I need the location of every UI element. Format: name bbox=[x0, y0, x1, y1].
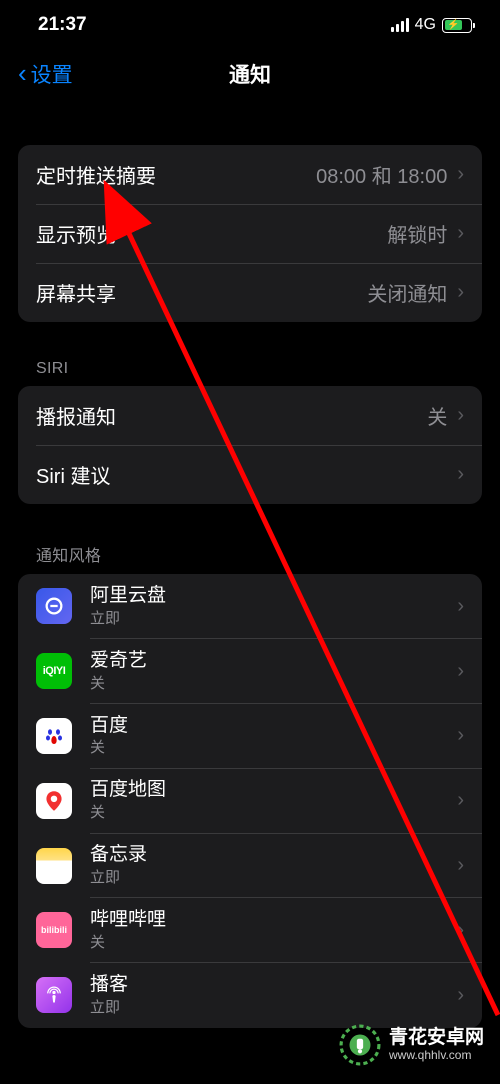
chevron-right-icon: › bbox=[457, 919, 464, 942]
app-icon-aliyun bbox=[36, 588, 72, 624]
app-name: 哔哩哔哩 bbox=[90, 909, 457, 932]
watermark-url: www.qhhlv.com bbox=[389, 1049, 484, 1062]
chevron-right-icon: › bbox=[457, 724, 464, 747]
app-icon-baidu-map bbox=[36, 783, 72, 819]
chevron-right-icon: › bbox=[457, 281, 464, 304]
row-scheduled-summary[interactable]: 定时推送摘要 08:00 和 18:00 › bbox=[18, 145, 482, 204]
app-icon-podcast bbox=[36, 977, 72, 1013]
chevron-right-icon: › bbox=[457, 660, 464, 683]
row-label: 播报通知 bbox=[36, 401, 427, 430]
settings-group-general: 定时推送摘要 08:00 和 18:00 › 显示预览 解锁时 › 屏幕共享 关… bbox=[18, 145, 482, 322]
app-name: 阿里云盘 bbox=[90, 585, 457, 608]
app-name: 百度地图 bbox=[90, 779, 457, 802]
chevron-right-icon: › bbox=[457, 595, 464, 618]
row-label: 定时推送摘要 bbox=[36, 160, 316, 189]
section-header-siri: SIRI bbox=[18, 322, 482, 386]
watermark: 青花安卓网 www.qhhlv.com bbox=[339, 1024, 484, 1066]
app-sub: 关 bbox=[90, 675, 457, 693]
row-show-preview[interactable]: 显示预览 解锁时 › bbox=[18, 204, 482, 263]
app-sub: 立即 bbox=[90, 610, 457, 628]
back-button[interactable]: ‹ 设置 bbox=[18, 58, 73, 89]
chevron-left-icon: ‹ bbox=[18, 58, 27, 89]
row-value: 解锁时 bbox=[387, 219, 447, 248]
app-row-bilibili[interactable]: bilibili 哔哩哔哩 关 › bbox=[18, 898, 482, 963]
row-label: Siri 建议 bbox=[36, 460, 457, 489]
app-row-notes[interactable]: 备忘录 立即 › bbox=[18, 833, 482, 898]
app-sub: 立即 bbox=[90, 869, 457, 887]
chevron-right-icon: › bbox=[457, 163, 464, 186]
row-value: 关闭通知 bbox=[367, 278, 447, 307]
row-label: 显示预览 bbox=[36, 219, 387, 248]
settings-group-apps: 阿里云盘 立即 › iQIYI 爱奇艺 关 › 百度 关 › bbox=[18, 574, 482, 1028]
row-value: 08:00 和 18:00 bbox=[316, 160, 447, 189]
app-row-iqiyi[interactable]: iQIYI 爱奇艺 关 › bbox=[18, 639, 482, 704]
settings-group-siri: 播报通知 关 › Siri 建议 › bbox=[18, 386, 482, 504]
chevron-right-icon: › bbox=[457, 854, 464, 877]
app-sub: 关 bbox=[90, 934, 457, 952]
row-announce-notifications[interactable]: 播报通知 关 › bbox=[18, 386, 482, 445]
back-label: 设置 bbox=[31, 59, 73, 89]
app-name: 播客 bbox=[90, 974, 457, 997]
status-indicators: 4G ⚡ bbox=[391, 16, 472, 34]
chevron-right-icon: › bbox=[457, 789, 464, 812]
app-row-baidu[interactable]: 百度 关 › bbox=[18, 704, 482, 769]
app-icon-bilibili: bilibili bbox=[36, 912, 72, 948]
nav-bar: ‹ 设置 通知 bbox=[0, 44, 500, 103]
chevron-right-icon: › bbox=[457, 222, 464, 245]
watermark-logo-icon bbox=[339, 1024, 381, 1066]
chevron-right-icon: › bbox=[457, 404, 464, 427]
signal-icon bbox=[391, 18, 409, 32]
app-icon-iqiyi: iQIYI bbox=[36, 653, 72, 689]
app-icon-baidu bbox=[36, 718, 72, 754]
app-sub: 关 bbox=[90, 804, 457, 822]
app-sub: 立即 bbox=[90, 999, 457, 1017]
row-label: 屏幕共享 bbox=[36, 278, 367, 307]
status-time: 21:37 bbox=[38, 14, 87, 36]
watermark-title: 青花安卓网 bbox=[389, 1028, 484, 1049]
app-name: 备忘录 bbox=[90, 844, 457, 867]
app-icon-notes bbox=[36, 848, 72, 884]
row-siri-suggestions[interactable]: Siri 建议 › bbox=[18, 445, 482, 504]
page-title: 通知 bbox=[229, 59, 271, 89]
row-screen-sharing[interactable]: 屏幕共享 关闭通知 › bbox=[18, 263, 482, 322]
app-row-aliyun[interactable]: 阿里云盘 立即 › bbox=[18, 574, 482, 639]
status-bar: 21:37 4G ⚡ bbox=[0, 0, 500, 44]
app-row-baidu-map[interactable]: 百度地图 关 › bbox=[18, 768, 482, 833]
chevron-right-icon: › bbox=[457, 463, 464, 486]
chevron-right-icon: › bbox=[457, 984, 464, 1007]
battery-icon: ⚡ bbox=[442, 18, 472, 33]
network-label: 4G bbox=[415, 16, 436, 34]
section-header-style: 通知风格 bbox=[18, 504, 482, 574]
app-name: 爱奇艺 bbox=[90, 650, 457, 673]
app-name: 百度 bbox=[90, 715, 457, 738]
row-value: 关 bbox=[427, 401, 447, 430]
app-row-podcast[interactable]: 播客 立即 › bbox=[18, 963, 482, 1028]
app-sub: 关 bbox=[90, 739, 457, 757]
